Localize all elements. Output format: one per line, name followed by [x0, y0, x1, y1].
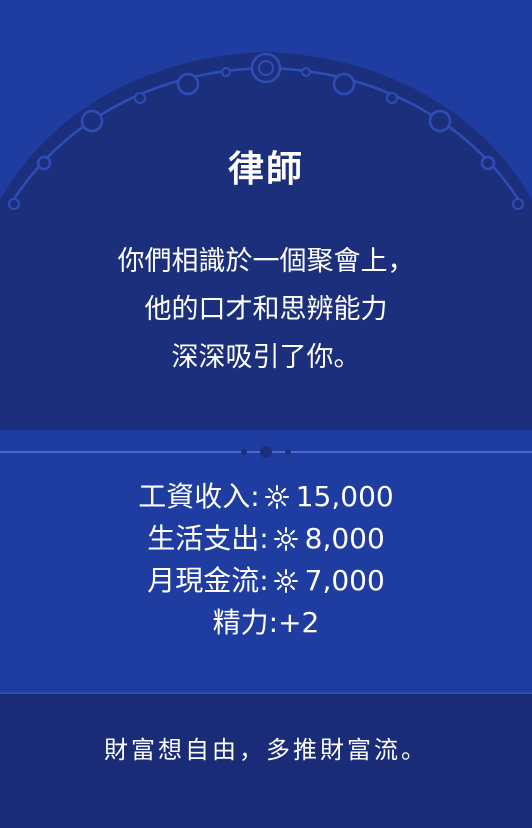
description-line: 他的口才和思辨能力	[144, 294, 388, 325]
stat-row-cashflow: 月現金流: 7,000	[0, 560, 532, 602]
stat-label: 生活支出:	[147, 522, 269, 555]
footer-divider	[0, 692, 532, 694]
card-description: 你們相識於一個聚會上， 他的口才和思辨能力 深深吸引了你。	[0, 238, 532, 382]
stat-value: 7,000	[304, 564, 385, 597]
footer-band: 財富想自由，多推財富流。	[0, 692, 532, 828]
stat-row-energy: 精力: +2	[0, 602, 532, 644]
description-line: 深深吸引了你。	[171, 342, 361, 373]
stat-label: 工資收入:	[138, 480, 260, 513]
stat-value: 15,000	[295, 480, 394, 513]
sun-coin-icon	[264, 485, 289, 509]
stat-value: 8,000	[304, 522, 385, 555]
description-line: 你們相識於一個聚會上，	[117, 246, 415, 277]
stat-label: 精力:	[212, 606, 279, 639]
sun-coin-icon	[273, 527, 298, 551]
slogan: 財富想自由，多推財富流。	[104, 736, 428, 764]
stats-block: 工資收入: 15,000 生活支出: 8,000 月現金流: 7,000 精力:…	[0, 476, 532, 644]
stat-value: +2	[278, 606, 320, 639]
sun-coin-icon	[273, 569, 298, 593]
card-title: 律師	[227, 149, 304, 190]
stat-row-salary: 工資收入: 15,000	[0, 476, 532, 518]
stat-label: 月現金流:	[147, 564, 269, 597]
divider	[0, 446, 532, 458]
career-card: 律師 你們相識於一個聚會上， 他的口才和思辨能力 深深吸引了你。 工資收入: 1…	[0, 0, 532, 828]
stat-row-expense: 生活支出: 8,000	[0, 518, 532, 560]
